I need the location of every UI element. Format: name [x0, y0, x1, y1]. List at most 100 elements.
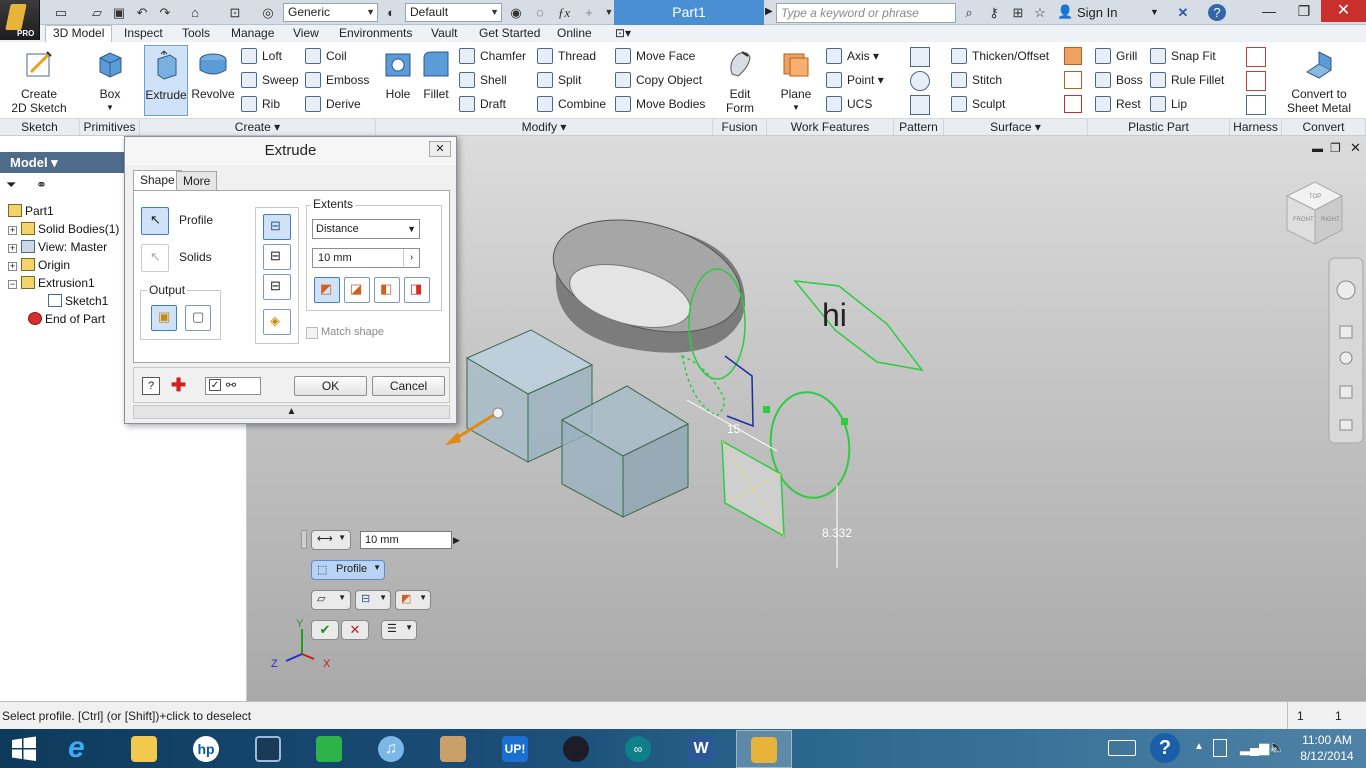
battery-icon[interactable]	[1213, 739, 1227, 757]
grill-button[interactable]: Grill	[1095, 46, 1137, 66]
boss-button[interactable]: Boss	[1095, 70, 1143, 90]
restore-window-button[interactable]: ❐	[1287, 0, 1321, 22]
revolve-button[interactable]: Revolve	[190, 48, 236, 101]
direction-symmetric-button[interactable]: ◧	[374, 277, 400, 303]
dimension-8332[interactable]: 8.332	[822, 526, 852, 540]
minitoolbar-distance-input[interactable]: 10 mm	[360, 531, 452, 549]
minitoolbar-options-dropdown[interactable]: ☰ ▼	[381, 620, 417, 640]
tab-manage[interactable]: Manage	[224, 25, 281, 42]
tab-shape[interactable]: Shape	[133, 170, 182, 190]
minimize-window-button[interactable]: —	[1252, 0, 1286, 22]
fillet-button[interactable]: Fillet	[419, 48, 453, 101]
output-solid-button[interactable]: ▣	[151, 305, 177, 331]
edit-form-button[interactable]: Edit Form	[718, 48, 762, 115]
distance-input[interactable]: 10 mm ›	[312, 248, 420, 268]
show-hidden-icons-chevron[interactable]: ▲	[1194, 741, 1204, 752]
key-icon[interactable]: ⚷	[985, 4, 1003, 21]
new-file-icon[interactable]: ▭	[52, 4, 70, 21]
expand-icon[interactable]: +	[8, 226, 17, 235]
panel-primitives[interactable]: Primitives	[80, 118, 140, 135]
arrow-right-icon[interactable]: ▶	[453, 531, 465, 549]
orbit-icon[interactable]	[1339, 385, 1353, 399]
return-icon[interactable]: ⌂	[186, 4, 204, 21]
expand-dialog-icon[interactable]: ▲	[133, 405, 450, 419]
rib-button[interactable]: Rib	[241, 94, 280, 114]
mirror-icon[interactable]	[910, 95, 930, 115]
output-type-dropdown[interactable]: ▱ ▼	[311, 590, 351, 610]
help-icon[interactable]: ?	[142, 377, 160, 395]
match-shape-checkbox[interactable]	[306, 327, 318, 339]
star-icon[interactable]: ☆	[1031, 4, 1049, 21]
add-icon[interactable]: ✚	[171, 375, 186, 396]
direction-dropdown[interactable]: ◩ ▼	[395, 590, 431, 610]
tab-environments[interactable]: Environments	[332, 25, 419, 42]
chevron-down-icon[interactable]: ▼	[1150, 7, 1159, 17]
emboss-button[interactable]: Emboss	[305, 70, 369, 90]
tab-online[interactable]: Online	[550, 25, 599, 42]
tab-view[interactable]: View	[286, 25, 326, 42]
pan-icon[interactable]	[1339, 325, 1353, 339]
harness-wire-icon[interactable]	[1246, 71, 1266, 91]
look-at-icon[interactable]	[1339, 419, 1353, 431]
taskbar-internet-explorer[interactable]: e	[58, 730, 103, 768]
panel-harness[interactable]: Harness	[1230, 118, 1282, 135]
viewcube[interactable]: TOP FRONT RIGHT	[1285, 181, 1344, 245]
direction-default-button[interactable]: ◩	[314, 277, 340, 303]
thicken-offset-button[interactable]: Thicken/Offset	[951, 46, 1049, 66]
new-solid-button[interactable]: ◈	[263, 309, 291, 335]
panel-convert[interactable]: Convert	[1282, 118, 1366, 135]
shell-button[interactable]: Shell	[459, 70, 507, 90]
create-2d-sketch-button[interactable]: Create 2D Sketch	[8, 48, 70, 115]
coil-button[interactable]: Coil	[305, 46, 347, 66]
draft-button[interactable]: Draft	[459, 94, 506, 114]
fx-icon[interactable]: ƒx	[555, 4, 573, 21]
taskbar-up[interactable]: UP!	[492, 730, 537, 768]
manipulator-handle[interactable]	[492, 407, 504, 419]
panel-sketch[interactable]: Sketch	[0, 118, 80, 135]
tab-tools[interactable]: Tools	[175, 25, 217, 42]
point-button[interactable]: Point ▾	[826, 70, 884, 90]
copy-object-button[interactable]: Copy Object	[615, 70, 702, 90]
tab-inspect[interactable]: Inspect	[117, 25, 170, 42]
arc-sketch[interactable]	[680, 354, 725, 417]
snap-fit-button[interactable]: Snap Fit	[1150, 46, 1216, 66]
combine-button[interactable]: Combine	[537, 94, 606, 114]
hexagon-sketch[interactable]: hi	[793, 280, 924, 372]
minitoolbar-profile-button[interactable]: ⬚ Profile ▼	[311, 560, 385, 580]
panel-work-features[interactable]: Work Features	[767, 118, 894, 135]
close-window-button[interactable]: ✕	[1321, 0, 1366, 22]
rectangular-pattern-icon[interactable]	[910, 47, 930, 67]
filter-icon[interactable]: ⏷	[6, 177, 16, 193]
chamfer-button[interactable]: Chamfer	[459, 46, 526, 66]
keyboard-icon[interactable]	[1108, 740, 1136, 756]
binoculars-icon[interactable]: ⌕	[960, 4, 978, 21]
direction-asymmetric-button[interactable]: ◨	[404, 277, 430, 303]
harness-icon[interactable]	[1246, 47, 1266, 67]
operation-dropdown[interactable]: ⊟ ▼	[355, 590, 391, 610]
tab-3d-model[interactable]: 3D Model	[45, 25, 113, 42]
tree-item-origin[interactable]: + Origin	[8, 256, 70, 274]
application-menu-button[interactable]: PRO	[0, 0, 40, 40]
help-icon[interactable]: ?	[1208, 4, 1226, 21]
taskbar-word[interactable]: W	[678, 730, 723, 768]
extents-type-select[interactable]: Distance ▼	[312, 219, 420, 239]
intersect-button[interactable]: ⊟	[263, 274, 291, 300]
navigation-bar[interactable]	[1328, 257, 1364, 444]
tab-vault[interactable]: Vault	[424, 25, 464, 42]
signal-icon[interactable]: ▂▄▆	[1240, 740, 1269, 756]
taskbar-clock[interactable]: 11:00 AM 8/12/2014	[1292, 732, 1362, 768]
preview-toggle[interactable]: ✓ ⚯	[205, 377, 261, 395]
exchange-icon[interactable]: ✕	[1174, 4, 1192, 21]
taskbar-itunes[interactable]: ♫	[368, 730, 413, 768]
rule-fillet-button[interactable]: Rule Fillet	[1150, 70, 1224, 90]
arrow-right-icon[interactable]: ▶	[765, 6, 773, 17]
find-binoculars-icon[interactable]: ⚭	[36, 177, 47, 193]
ok-button[interactable]: OK	[294, 376, 367, 396]
undo-icon[interactable]: ↶	[133, 4, 151, 21]
delete-face-icon[interactable]	[1064, 95, 1082, 113]
dimension-15[interactable]: 15	[727, 422, 741, 436]
ribbon-options-icon[interactable]: ⊡▾	[615, 26, 631, 40]
convert-to-sheet-metal-button[interactable]: Convert to Sheet Metal	[1284, 48, 1354, 115]
output-surface-button[interactable]: ▢	[185, 305, 211, 331]
extrude-button[interactable]: Extrude	[144, 45, 188, 116]
